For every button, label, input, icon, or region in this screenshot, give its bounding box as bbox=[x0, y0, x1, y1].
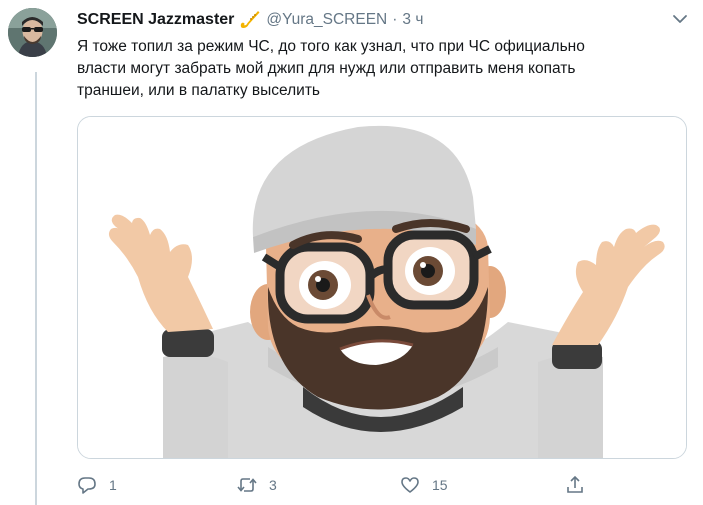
share-icon bbox=[567, 475, 583, 493]
tweet-text: Я тоже топил за режим ЧС, до того как уз… bbox=[77, 36, 677, 102]
tweet-text-line: власти могут забрать мой джип для нужд и… bbox=[77, 60, 576, 77]
tweet-text-line: траншеи, или в палатку выселить bbox=[77, 82, 320, 99]
avatar-image bbox=[8, 8, 57, 57]
avatar[interactable] bbox=[8, 8, 57, 57]
tweet-actions: 1 3 15 bbox=[77, 472, 597, 498]
tweet-media[interactable] bbox=[77, 116, 687, 459]
saxophone-icon bbox=[238, 10, 262, 30]
thread-line bbox=[35, 72, 37, 505]
retweet-count: 3 bbox=[269, 477, 277, 493]
timestamp[interactable]: 3 ч bbox=[402, 11, 423, 29]
tweet-header: SCREEN Jazzmaster @Yura_SCREEN · 3 ч bbox=[77, 9, 423, 31]
display-name[interactable]: SCREEN Jazzmaster bbox=[77, 11, 234, 29]
more-options-chevron-icon[interactable] bbox=[671, 10, 689, 28]
like-button[interactable]: 15 bbox=[400, 472, 448, 498]
reply-button[interactable]: 1 bbox=[77, 472, 117, 498]
tweet-text-line: Я тоже топил за режим ЧС, до того как уз… bbox=[77, 38, 585, 55]
share-button[interactable] bbox=[565, 472, 585, 498]
retweet-button[interactable]: 3 bbox=[237, 472, 277, 498]
handle[interactable]: @Yura_SCREEN bbox=[266, 11, 387, 29]
like-count: 15 bbox=[432, 477, 448, 493]
separator-dot: · bbox=[392, 11, 398, 28]
reply-count: 1 bbox=[109, 477, 117, 493]
retweet-icon bbox=[237, 478, 257, 492]
reply-icon bbox=[78, 477, 96, 494]
memoji-shrug-image bbox=[78, 117, 686, 458]
heart-icon bbox=[401, 477, 419, 493]
